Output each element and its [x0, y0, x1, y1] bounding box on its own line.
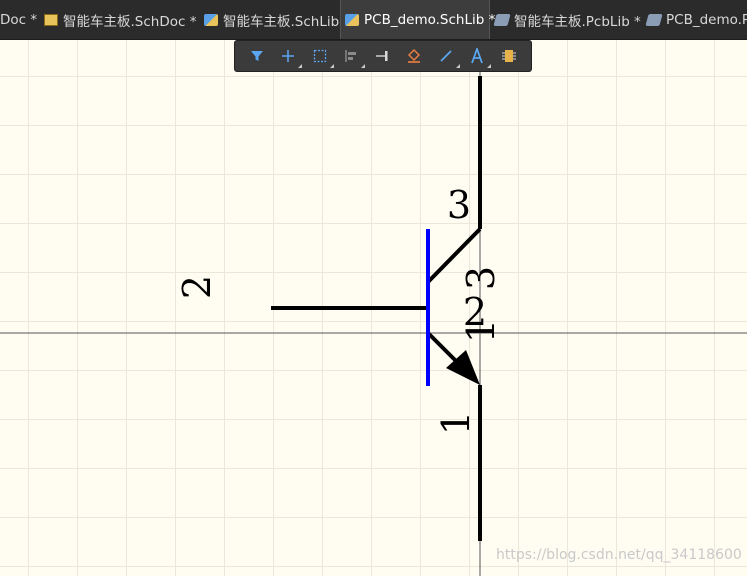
line-icon — [440, 50, 452, 62]
component-button[interactable] — [493, 41, 525, 71]
align-icon — [345, 50, 357, 62]
schematic-drawing: 3 2 1 3 2 1 — [0, 40, 747, 576]
dropdown-corner — [455, 64, 460, 68]
active-bar-toolbar — [234, 40, 532, 72]
place-pin-button[interactable] — [367, 41, 399, 71]
place-pin-icon — [375, 51, 388, 61]
base-outer-label: 2 — [175, 275, 219, 299]
dropdown-corner — [487, 64, 491, 68]
fill-button[interactable] — [399, 41, 431, 71]
text-icon — [471, 48, 484, 64]
dropdown-corner — [329, 64, 334, 68]
align-button[interactable] — [336, 41, 368, 71]
watermark-text: https://blog.csdn.net/qq_34118600 — [496, 547, 742, 563]
collector-inner-label: 3 — [459, 266, 503, 290]
dropdown-corner — [298, 64, 302, 68]
add-button[interactable] — [273, 41, 305, 71]
select-rect-icon — [313, 49, 326, 63]
emitter-inner-label: 1 — [459, 319, 503, 343]
line-button[interactable] — [430, 41, 462, 71]
add-icon — [282, 50, 295, 62]
fill-icon — [408, 49, 421, 63]
text-button[interactable] — [462, 41, 494, 71]
emitter-lead[interactable] — [426, 331, 460, 365]
collector-outer-label: 3 — [447, 183, 471, 227]
filter-icon — [250, 51, 263, 61]
select-button[interactable] — [304, 41, 336, 71]
dropdown-corner — [361, 64, 365, 68]
filter-button[interactable] — [241, 41, 273, 71]
emitter-outer-label: 1 — [434, 411, 478, 435]
component-icon — [501, 50, 516, 62]
